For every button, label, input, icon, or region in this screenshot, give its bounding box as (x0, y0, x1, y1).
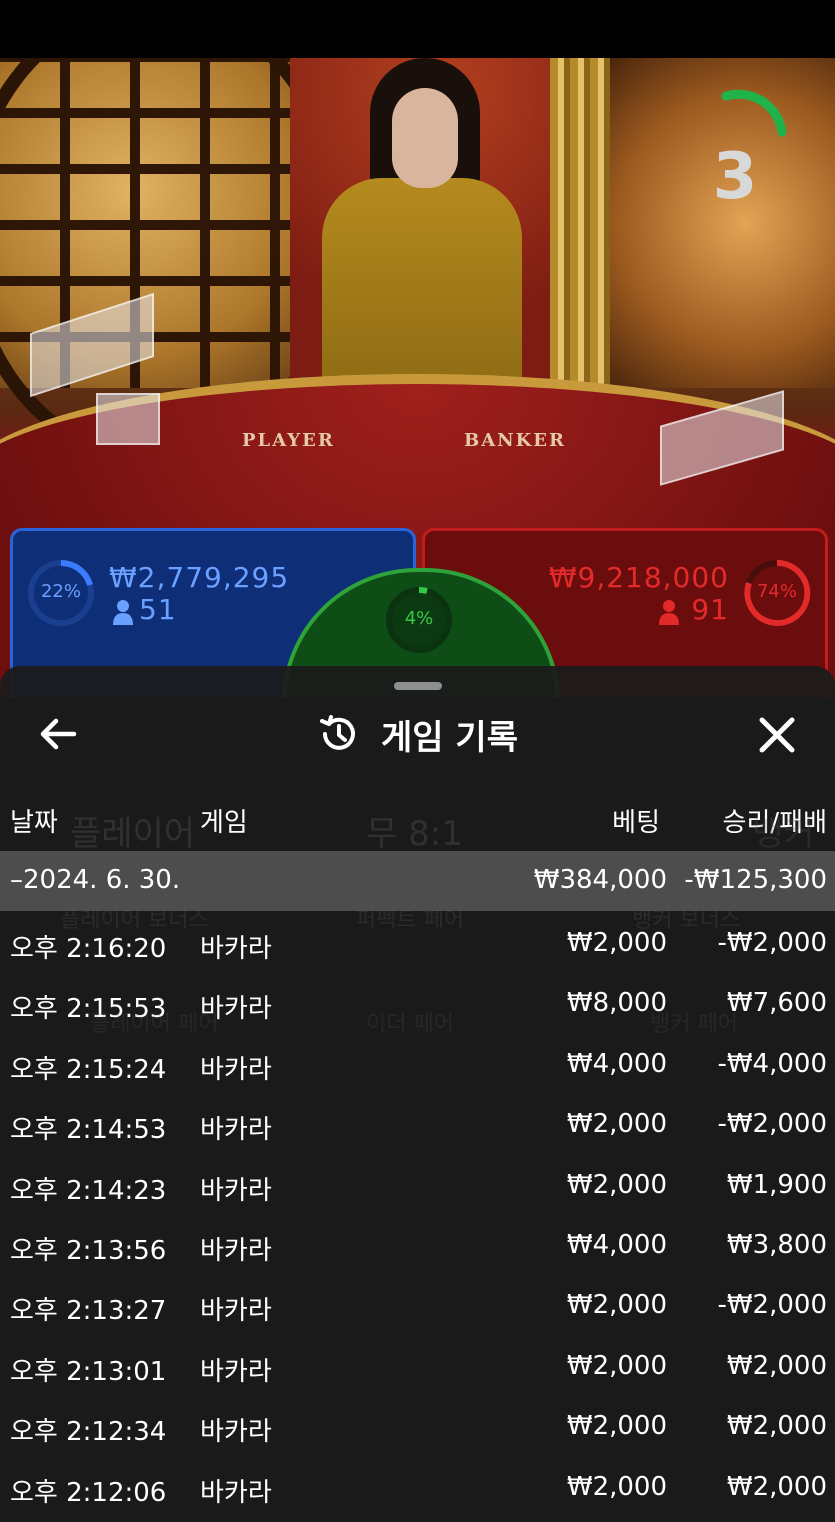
row-time: 오후 2:13:56 (10, 1235, 167, 1266)
obscured-label: 뱅커 보너스 (632, 908, 741, 933)
obscured-label: 플레이어 페어 (90, 1012, 219, 1037)
history-row[interactable]: 오후 2:12:06 바카라 ₩2,000 ₩2,000 (0, 1459, 835, 1519)
history-row[interactable]: 오후 2:14:53 바카라 ₩2,000 -₩2,000 (0, 1096, 835, 1156)
banker-count: 91 (691, 593, 729, 626)
dealer-face (392, 88, 458, 188)
row-result: ₩1,900 (726, 1169, 827, 1200)
sheet-title: 게임 기록 (381, 717, 518, 758)
row-game: 바카라 (200, 1356, 272, 1387)
row-time: 오후 2:12:06 (10, 1477, 167, 1508)
close-icon[interactable] (752, 710, 802, 760)
summary-bet: ₩384,000 (533, 865, 667, 895)
row-result: ₩3,800 (726, 1229, 827, 1260)
row-time: 오후 2:13:01 (10, 1356, 167, 1387)
row-bet: ₩4,000 (566, 1048, 667, 1079)
banker-percent: 74% (756, 581, 797, 602)
row-result: ₩2,000 (726, 1350, 827, 1381)
history-row[interactable]: 오후 2:14:23 바카라 ₩2,000 ₩1,900 (0, 1157, 835, 1217)
timer-value: 3 (712, 140, 758, 214)
row-time: 오후 2:15:24 (10, 1054, 167, 1085)
obscured-label: 플레이어 (70, 814, 196, 854)
row-time: 오후 2:12:34 (10, 1417, 167, 1448)
row-game: 바카라 (200, 1296, 272, 1327)
row-game: 바카라 (200, 1477, 272, 1508)
column-header-game: 게임 (200, 808, 248, 838)
obscured-label: 플레이어 보너스 (60, 908, 209, 933)
user-icon (113, 600, 133, 625)
row-bet: ₩2,000 (566, 1411, 667, 1442)
sheet-header: 게임 기록 (0, 704, 835, 764)
player-percent: 22% (40, 581, 81, 602)
row-result: ₩2,000 (726, 1411, 827, 1442)
tie-percent: 4% (404, 608, 434, 629)
table-label-banker: BANKER (464, 430, 566, 451)
game-history-sheet: 게임 기록 날짜 게임 베팅 승리/패배 –2024. 6. 30. ₩384,… (0, 666, 835, 1522)
history-icon (320, 715, 355, 750)
dealer-body (322, 178, 522, 398)
card-shoe (96, 393, 160, 445)
row-time: 오후 2:14:23 (10, 1175, 167, 1206)
row-result: ₩2,000 (726, 1471, 827, 1502)
table-label-player: PLAYER (242, 430, 335, 451)
row-game: 바카라 (200, 1417, 272, 1448)
row-bet: ₩2,000 (566, 1471, 667, 1502)
row-result: -₩2,000 (717, 1109, 827, 1140)
history-row[interactable]: 오후 2:15:24 바카라 ₩4,000 -₩4,000 (0, 1036, 835, 1096)
row-bet: ₩2,000 (566, 1109, 667, 1140)
live-video-feed: PLAYER BANKER 3 22% ₩2,779,295 51 ₩9,218… (0, 58, 835, 698)
banker-amount: ₩9,218,000 (548, 561, 729, 594)
history-row[interactable]: 오후 2:13:56 바카라 ₩4,000 ₩3,800 (0, 1217, 835, 1277)
player-amount: ₩2,779,295 (109, 561, 290, 594)
gold-pillar (550, 58, 610, 388)
column-header-date: 날짜 (10, 808, 58, 838)
row-game: 바카라 (200, 934, 272, 964)
user-icon (659, 600, 679, 625)
obscured-label: 퍼펙트 페어 (356, 908, 465, 933)
row-result: -₩2,000 (717, 1290, 827, 1321)
row-time: 오후 2:13:27 (10, 1296, 167, 1327)
history-row[interactable]: 오후 2:13:01 바카라 ₩2,000 ₩2,000 (0, 1338, 835, 1398)
row-bet: ₩4,000 (566, 1229, 667, 1260)
row-game: 바카라 (200, 1054, 272, 1085)
player-count: 51 (139, 593, 177, 626)
row-time: 오후 2:14:53 (10, 1115, 167, 1146)
obscured-label: 이더 페어 (366, 1012, 454, 1037)
row-bet: ₩2,000 (566, 1169, 667, 1200)
row-bet: ₩2,000 (566, 1290, 667, 1321)
obscured-label: 뱅커 (752, 814, 815, 854)
history-row[interactable]: 오후 2:12:34 바카라 ₩2,000 ₩2,000 (0, 1398, 835, 1458)
row-result: ₩7,600 (726, 988, 827, 1019)
sheet-drag-handle[interactable] (394, 682, 442, 690)
row-game: 바카라 (200, 1115, 272, 1146)
row-bet: ₩2,000 (566, 1350, 667, 1381)
row-game: 바카라 (200, 1235, 272, 1266)
obscured-label: 무 8:1 (366, 814, 463, 854)
row-result: -₩4,000 (717, 1048, 827, 1079)
status-bar (0, 0, 835, 58)
obscured-label: 뱅커 페어 (650, 1012, 738, 1037)
column-header-bet: 베팅 (612, 808, 660, 838)
summary-result: -₩125,300 (684, 865, 827, 895)
row-game: 바카라 (200, 1175, 272, 1206)
history-row[interactable]: 오후 2:13:27 바카라 ₩2,000 -₩2,000 (0, 1277, 835, 1337)
summary-date: –2024. 6. 30. (10, 865, 181, 895)
countdown-timer: 3 (700, 88, 800, 228)
